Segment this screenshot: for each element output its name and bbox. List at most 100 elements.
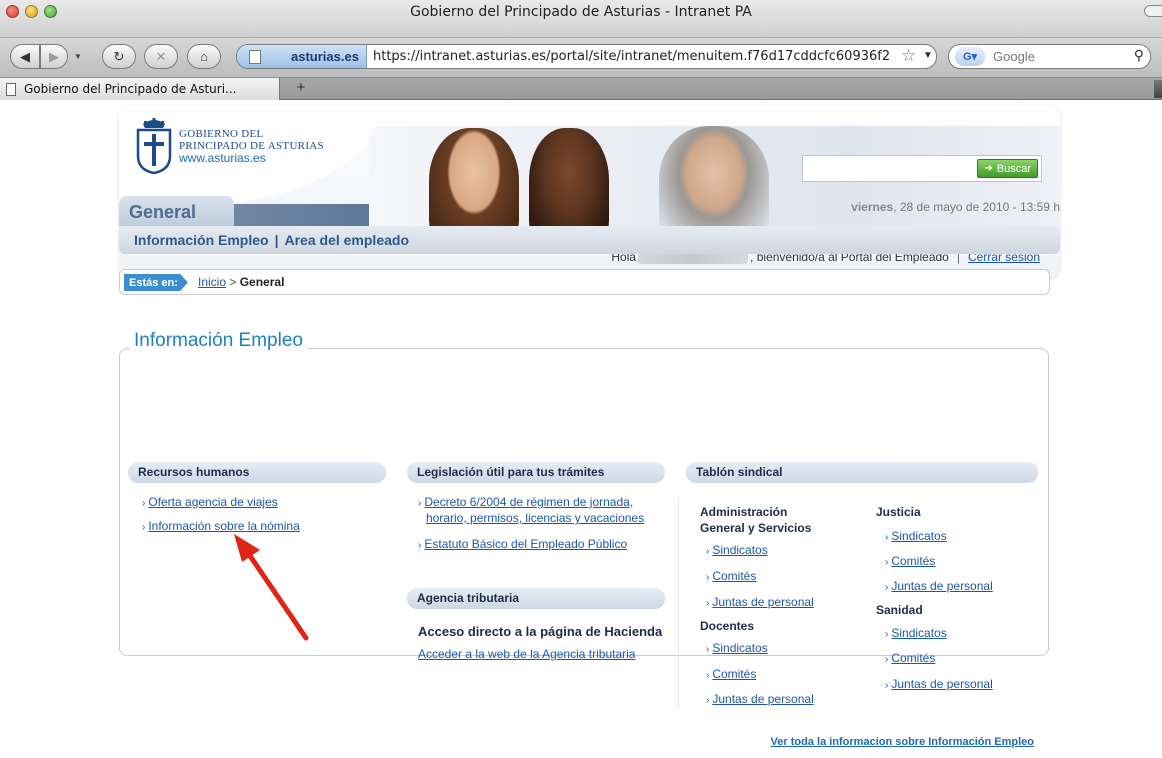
tablon-admin-line1: Administración — [700, 505, 788, 519]
link-sanidad-juntas[interactable]: › Juntas de personal — [885, 676, 993, 694]
home-icon: ⌂ — [200, 49, 208, 64]
tab-list-button[interactable] — [1154, 80, 1162, 98]
link-label: Sindicatos — [712, 543, 768, 557]
toolbar-toggle-button[interactable] — [1144, 5, 1162, 17]
section-tab-general[interactable]: General — [119, 196, 234, 226]
chevron-right-icon: › — [706, 546, 710, 557]
breadcrumb-separator: > — [229, 275, 237, 289]
new-tab-button[interactable]: + — [288, 79, 314, 99]
history-dropdown-icon[interactable]: ▼ — [74, 52, 82, 61]
chevron-right-icon: › — [885, 582, 889, 593]
link-sanidad-comites[interactable]: › Comités — [885, 650, 935, 668]
site-search-input[interactable] — [803, 156, 973, 181]
forward-button[interactable]: ▶ — [40, 44, 68, 69]
tab-label: Gobierno del Principado de Asturi... — [24, 82, 237, 96]
link-admin-sindicatos[interactable]: › Sindicatos — [706, 542, 768, 560]
back-button[interactable]: ◀ — [10, 44, 40, 69]
window-title: Gobierno del Principado de Asturias - In… — [410, 4, 752, 20]
link-label: Comités — [712, 569, 757, 583]
page-icon — [249, 49, 261, 64]
tablon-sanidad: Sanidad — [876, 603, 923, 617]
site-identity-label: asturias.es — [291, 49, 359, 64]
link-docentes-sindicatos[interactable]: › Sindicatos — [706, 640, 768, 658]
link-label: Juntas de personal — [891, 677, 993, 691]
magnifier-icon[interactable]: ⚲ — [1134, 47, 1144, 64]
chevron-right-icon: › — [885, 557, 889, 568]
link-label: Comités — [891, 651, 936, 665]
url-dropdown-icon[interactable]: ▼ — [923, 50, 933, 61]
search-button[interactable]: ➜ Buscar — [977, 159, 1038, 178]
link-admin-juntas[interactable]: › Juntas de personal — [706, 594, 814, 612]
link-agencia-tributaria[interactable]: Acceder a la web de la Agencia tributari… — [418, 646, 635, 662]
link-admin-comites[interactable]: › Comités — [706, 568, 756, 586]
tab-active[interactable]: Gobierno del Principado de Asturi... — [0, 78, 280, 100]
agencia-subheading: Acceso directo a la página de Hacienda — [418, 624, 663, 639]
tab-page-icon — [6, 82, 16, 96]
brand-web[interactable]: www.asturias.es — [179, 151, 266, 165]
link-justicia-juntas[interactable]: › Juntas de personal — [885, 578, 993, 596]
breadcrumb-current: General — [239, 275, 285, 289]
chevron-right-icon: › — [706, 598, 710, 609]
breadcrumb-trail: Inicio > General — [198, 275, 284, 289]
tablon-justicia: Justicia — [876, 505, 921, 519]
annotation-arrow-icon — [234, 534, 309, 641]
link-decreto-jornada-line2[interactable]: horario, permisos, licencias y vacacione… — [426, 510, 644, 526]
subnav-area-empleado[interactable]: Area del empleado — [285, 232, 410, 248]
tablon-admin-line2: General y Servicios — [700, 521, 812, 535]
stop-icon: ✕ — [155, 48, 167, 64]
legislacion-heading: Legislación útil para tus trámites — [407, 462, 665, 483]
link-oferta-agencia-viajes[interactable]: › Oferta agencia de viajes — [142, 494, 278, 512]
chevron-right-icon: › — [885, 629, 889, 640]
chevron-right-icon: › — [706, 644, 710, 655]
browser-search-field[interactable]: G▾ Google ⚲ — [948, 44, 1151, 69]
column-divider — [678, 498, 679, 708]
brand-line-1: GOBIERNO DEL — [179, 128, 264, 140]
section-subnav: Información Empleo | Area del empleado — [119, 226, 1060, 254]
link-label: Juntas de personal — [712, 692, 814, 706]
link-label: Oferta agencia de viajes — [148, 495, 278, 509]
window-titlebar: Gobierno del Principado de Asturias - In… — [0, 0, 1162, 38]
link-justicia-comites[interactable]: › Comités — [885, 553, 935, 571]
link-sanidad-sindicatos[interactable]: › Sindicatos — [885, 625, 947, 643]
tablon-heading: Tablón sindical — [686, 462, 1038, 483]
link-label: Comités — [712, 667, 757, 681]
chevron-right-icon: › — [418, 498, 422, 509]
date-line: viernes, 28 de mayo de 2010 - 13:59 h — [851, 200, 1060, 214]
google-engine-icon[interactable]: G▾ — [955, 47, 985, 66]
chevron-right-icon: › — [418, 540, 422, 551]
subnav-informacion-empleo[interactable]: Información Empleo — [134, 232, 269, 248]
breadcrumb: Estás en: Inicio > General — [119, 269, 1050, 295]
url-text[interactable]: https://intranet.asturias.es/portal/site… — [373, 49, 898, 64]
link-docentes-comites[interactable]: › Comités — [706, 666, 756, 684]
link-docentes-juntas[interactable]: › Juntas de personal — [706, 691, 814, 709]
address-bar[interactable]: asturias.es https://intranet.asturias.es… — [236, 44, 937, 69]
link-label: Sindicatos — [891, 529, 947, 543]
reload-button[interactable]: ↻ — [102, 44, 136, 69]
chevron-right-icon: › — [142, 498, 146, 509]
tablon-docentes: Docentes — [700, 619, 755, 633]
search-button-label: Buscar — [996, 162, 1031, 175]
link-label: Sindicatos — [712, 641, 768, 655]
link-ver-toda-informacion[interactable]: Ver toda la informacion sobre Informació… — [771, 736, 1034, 748]
chevron-right-icon: › — [885, 654, 889, 665]
link-label: Sindicatos — [891, 626, 947, 640]
home-button[interactable]: ⌂ — [187, 44, 221, 69]
link-label: Juntas de personal — [712, 595, 814, 609]
agencia-heading: Agencia tributaria — [407, 588, 665, 609]
browser-search-placeholder: Google — [993, 49, 1035, 64]
site-identity-button[interactable]: asturias.es — [237, 45, 367, 68]
browser-toolbar: ◀ ▶ ▼ ↻ ✕ ⌂ asturias.es https://intranet… — [0, 38, 1162, 78]
asturias-crest-logo[interactable] — [135, 116, 173, 174]
link-estatuto-basico[interactable]: › Estatuto Básico del Empleado Público — [418, 536, 627, 554]
bookmark-star-icon[interactable]: ☆ — [901, 46, 916, 66]
rrhh-heading: Recursos humanos — [128, 462, 386, 483]
stop-button[interactable]: ✕ — [144, 44, 178, 69]
link-justicia-sindicatos[interactable]: › Sindicatos — [885, 528, 947, 546]
site-search: ➜ Buscar — [802, 155, 1042, 182]
breadcrumb-home-link[interactable]: Inicio — [198, 275, 226, 289]
chevron-right-icon: › — [706, 572, 710, 583]
link-label: Decreto 6/2004 de régimen de jornada, — [424, 495, 634, 509]
tab-bar: Gobierno del Principado de Asturi... + — [0, 78, 1162, 100]
back-arrow-icon: ◀ — [20, 48, 30, 64]
chevron-right-icon: › — [142, 522, 146, 533]
